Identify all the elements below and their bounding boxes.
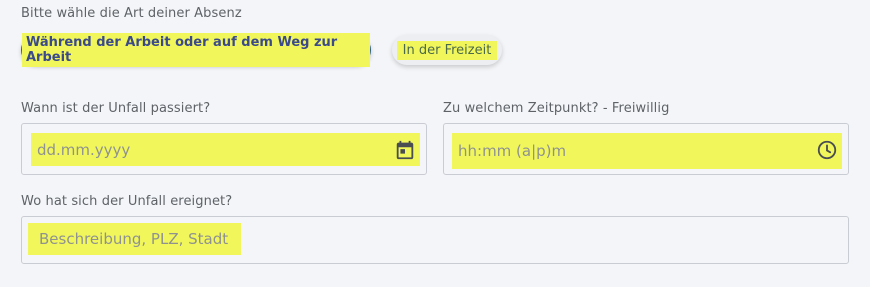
clock-icon[interactable]	[816, 139, 838, 165]
time-field-placeholder: hh:mm (a|p)m	[458, 142, 567, 160]
location-field-placeholder: Beschreibung, PLZ, Stadt	[39, 230, 229, 248]
date-field-placeholder: dd.mm.yyyy	[37, 140, 131, 159]
calendar-icon[interactable]	[394, 139, 416, 165]
time-field[interactable]: hh:mm (a|p)m	[443, 123, 849, 175]
location-field-label: Wo hat sich der Unfall ereignet?	[21, 194, 233, 209]
absence-option-work[interactable]: Während der Arbeit oder auf dem Weg zur …	[21, 33, 371, 67]
absence-type-heading: Bitte wähle die Art deiner Absenz	[21, 6, 242, 21]
time-field-label: Zu welchem Zeitpunkt? - Freiwillig	[443, 101, 670, 116]
date-field-label: Wann ist der Unfall passiert?	[21, 101, 211, 116]
absence-option-work-label: Während der Arbeit oder auf dem Weg zur …	[22, 33, 370, 67]
absence-option-freetime[interactable]: In der Freizeit	[392, 35, 502, 65]
absence-option-freetime-label: In der Freizeit	[396, 40, 498, 60]
location-field[interactable]: Beschreibung, PLZ, Stadt	[21, 216, 849, 264]
date-field[interactable]: dd.mm.yyyy	[21, 123, 427, 175]
